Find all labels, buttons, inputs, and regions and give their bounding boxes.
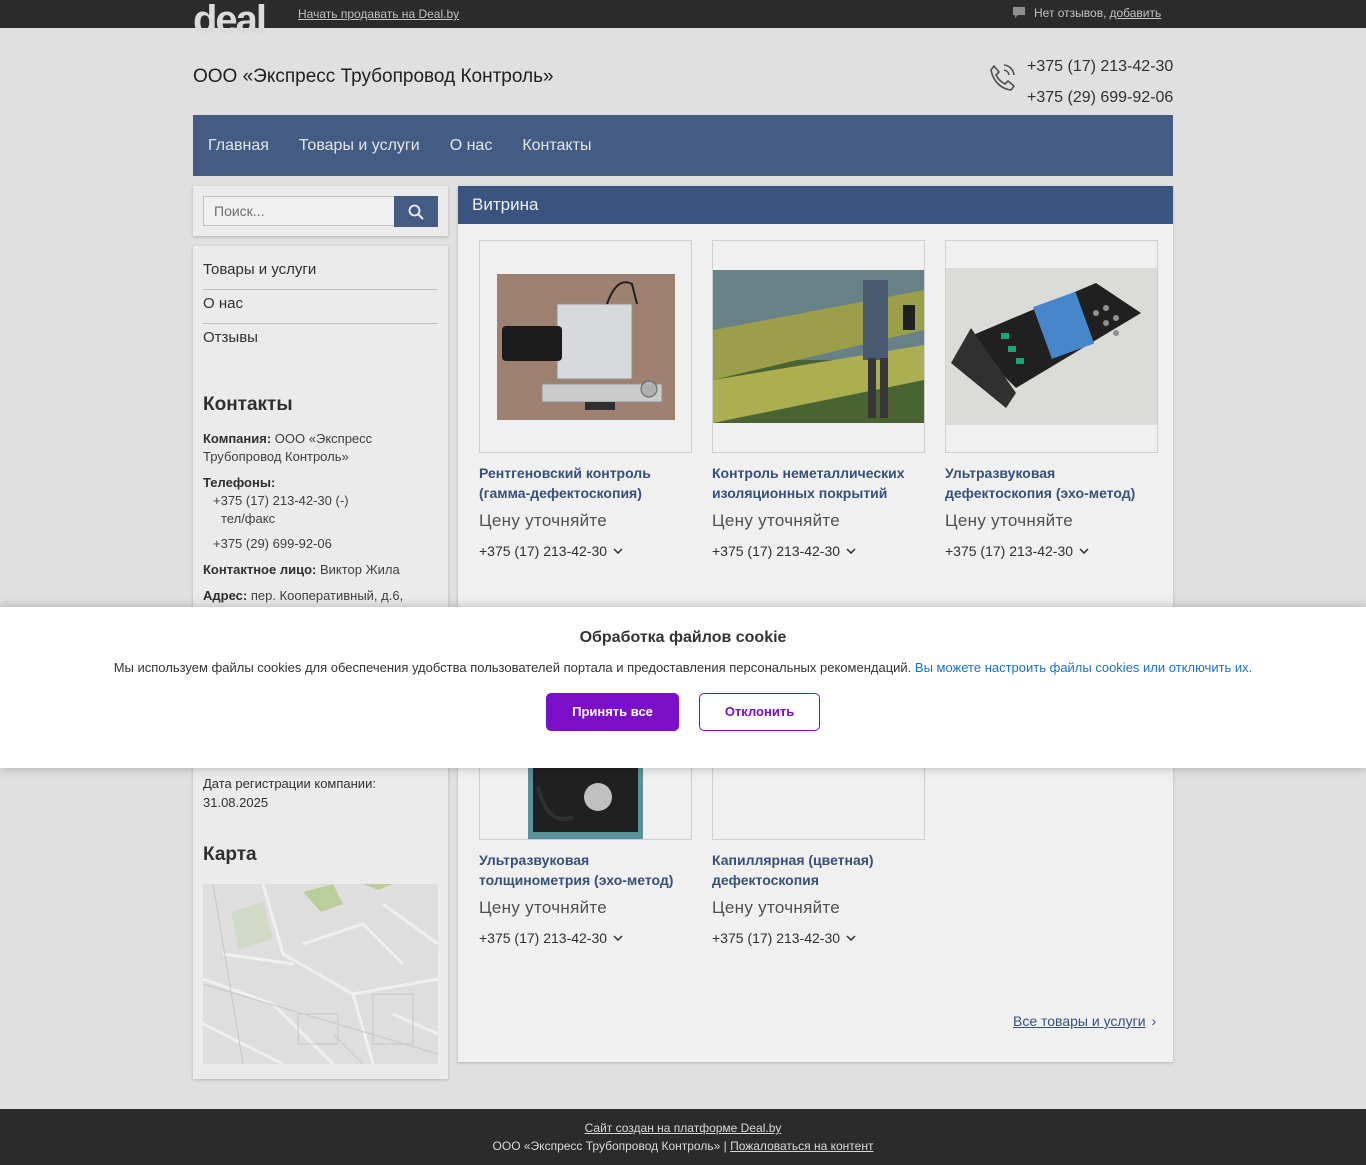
product-card[interactable]: Ультразвуковая дефектоскопия (эхо-метод)… — [945, 240, 1158, 559]
chevron-down-icon — [846, 548, 856, 554]
nav-home[interactable]: Главная — [208, 137, 269, 155]
sidebar-item-about[interactable]: О нас — [203, 290, 438, 324]
all-products-text: Все товары и услуги — [1013, 1013, 1146, 1029]
contact-phone-2[interactable]: +375 (29) 699-92-06 — [213, 536, 332, 551]
product-phone-text: +375 (17) 213-42-30 — [479, 543, 608, 559]
product-price: Цену уточняйте — [712, 511, 841, 530]
person-value: Виктор Жила — [319, 562, 400, 577]
main-nav: Главная Товары и услуги О нас Контакты — [193, 115, 1173, 176]
cookie-buttons: Принять все Отклонить — [0, 693, 1366, 731]
chevron-right-icon: › — [1151, 1013, 1157, 1029]
sidebar-item-products[interactable]: Товары и услуги — [203, 256, 438, 290]
company-label: Компания: — [203, 431, 272, 446]
xray-device-image — [496, 273, 675, 420]
product-image[interactable] — [712, 240, 925, 453]
product-price: Цену уточняйте — [712, 898, 841, 917]
reviews-text: Нет отзывов, — [1034, 6, 1107, 20]
search-input[interactable] — [203, 196, 395, 226]
registration-label: Дата регистрации компании: — [203, 776, 376, 791]
nav-contacts[interactable]: Контакты — [522, 137, 591, 155]
chevron-down-icon — [846, 935, 856, 941]
accept-cookies-button[interactable]: Принять все — [546, 693, 679, 731]
contacts-block: Компания: ООО «Экспресс Трубопровод Конт… — [203, 430, 438, 623]
product-phone[interactable]: +375 (17) 213-42-30 — [712, 930, 925, 946]
contact-phone-1[interactable]: +375 (17) 213-42-30 — [213, 493, 332, 508]
phone-type: тел/факс — [221, 511, 276, 526]
person-label: Контактное лицо: — [203, 562, 317, 577]
cookie-text-block: Мы используем файлы cookies для обеспече… — [0, 660, 1366, 675]
map[interactable] — [203, 884, 438, 1064]
nav-products[interactable]: Товары и услуги — [299, 137, 420, 155]
phone-note: (-) — [335, 493, 349, 508]
nav-about[interactable]: О нас — [450, 137, 493, 155]
footer-company: ООО «Экспресс Трубопровод Контроль» | — [492, 1139, 727, 1153]
pipeline-inspection-image — [713, 270, 924, 423]
header-phones: +375 (17) 213-42-30 +375 (29) 699-92-06 — [1027, 51, 1173, 113]
ultrasonic-flaw-detector-image — [946, 268, 1157, 425]
product-phone-text: +375 (17) 213-42-30 — [479, 930, 608, 946]
product-phone[interactable]: +375 (17) 213-42-30 — [945, 543, 1158, 559]
chevron-down-icon — [613, 548, 623, 554]
add-review-link[interactable]: добавить — [1109, 6, 1161, 20]
top-bar: deal Начать продавать на Deal.by Нет отз… — [0, 0, 1366, 40]
sidebar-item-reviews[interactable]: Отзывы — [203, 324, 438, 358]
all-products-link[interactable]: Все товары и услуги › — [1013, 1013, 1156, 1029]
search-icon — [408, 204, 424, 220]
product-phone[interactable]: +375 (17) 213-42-30 — [712, 543, 925, 559]
product-price: Цену уточняйте — [479, 898, 608, 917]
product-title[interactable]: Контроль неметаллических изоляционных по… — [712, 463, 925, 503]
chevron-down-icon — [613, 935, 623, 941]
search-button[interactable] — [394, 196, 438, 227]
product-title[interactable]: Ультразвуковая дефектоскопия (эхо-метод) — [945, 463, 1158, 503]
product-title[interactable]: Капиллярная (цветная) дефектоскопия — [712, 850, 925, 890]
reviews-block: Нет отзывов, добавить — [1012, 6, 1161, 20]
cookie-banner: Обработка файлов cookie Мы используем фа… — [0, 607, 1366, 768]
header-phone-1[interactable]: +375 (17) 213-42-30 — [1027, 51, 1173, 82]
address-label: Адрес: — [203, 588, 248, 603]
phones-label: Телефоны: — [203, 475, 276, 490]
registration-block: Дата регистрации компании: 31.08.2025 — [203, 774, 376, 812]
map-graphic — [203, 884, 438, 1064]
product-phone-text: +375 (17) 213-42-30 — [945, 543, 1074, 559]
comment-icon — [1013, 7, 1025, 18]
registration-date: 31.08.2025 — [203, 795, 269, 810]
product-phone[interactable]: +375 (17) 213-42-30 — [479, 930, 692, 946]
product-title[interactable]: Ультразвуковая толщинометрия (эхо-метод) — [479, 850, 692, 890]
chevron-down-icon — [1079, 548, 1089, 554]
product-phone-text: +375 (17) 213-42-30 — [712, 930, 841, 946]
cookie-text: Мы используем файлы cookies для обеспече… — [113, 660, 912, 675]
product-image[interactable] — [479, 240, 692, 453]
product-card[interactable]: Рентгеновский контроль (гамма-дефектоско… — [479, 240, 692, 559]
deal-logo[interactable]: deal — [193, 0, 267, 40]
platform-link[interactable]: Сайт создан на платформе Deal.by — [585, 1121, 782, 1135]
product-title[interactable]: Рентгеновский контроль (гамма-дефектоско… — [479, 463, 692, 503]
company-title: ООО «Экспресс Трубопровод Контроль» — [193, 66, 554, 87]
map-heading: Карта — [203, 844, 257, 865]
footer: Сайт создан на платформе Deal.by ООО «Эк… — [0, 1109, 1366, 1165]
phone-icon — [990, 64, 1015, 91]
product-price: Цену уточняйте — [945, 511, 1074, 530]
product-phone-text: +375 (17) 213-42-30 — [712, 543, 841, 559]
cookie-settings-link[interactable]: Вы можете настроить файлы cookies или от… — [915, 660, 1252, 675]
product-phone[interactable]: +375 (17) 213-42-30 — [479, 543, 692, 559]
search-box — [193, 186, 448, 236]
sidebar-menu: Товары и услуги О нас Отзывы — [203, 256, 438, 358]
product-card[interactable]: Контроль неметаллических изоляционных по… — [712, 240, 925, 559]
header-phone-2[interactable]: +375 (29) 699-92-06 — [1027, 82, 1173, 113]
showcase-title: Витрина — [458, 186, 1173, 224]
product-image[interactable] — [945, 240, 1158, 453]
cookie-title: Обработка файлов cookie — [579, 629, 787, 646]
report-content-link[interactable]: Пожаловаться на контент — [730, 1139, 873, 1153]
contacts-heading: Контакты — [203, 394, 293, 415]
product-price: Цену уточняйте — [479, 511, 608, 530]
start-selling-link[interactable]: Начать продавать на Deal.by — [298, 7, 459, 21]
decline-cookies-button[interactable]: Отклонить — [699, 693, 820, 731]
